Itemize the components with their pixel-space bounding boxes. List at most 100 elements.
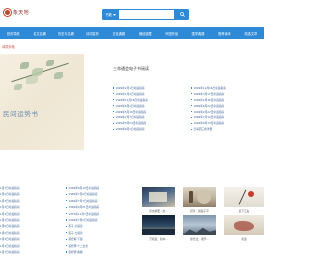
- bullet-icon: [113, 128, 115, 130]
- list-column-1: 1月7日命运指南 1月2日命运指南 1月3日命运指南 1月3日命运指南 1月1日…: [0, 186, 20, 254]
- bullet-icon: [66, 206, 68, 208]
- top-header: 象天地 书籍: [0, 0, 264, 27]
- list-item[interactable]: 1999年1月2日命运指南: [113, 92, 185, 96]
- list-item[interactable]: 1999年8月21日命运指南: [66, 205, 99, 209]
- list-item[interactable]: 墨子·六韬论: [66, 224, 99, 228]
- list-item[interactable]: 1999年2月7日命运指南: [113, 115, 185, 119]
- list-item[interactable]: 1月7日命运指南: [0, 250, 20, 254]
- list-item[interactable]: 1999年6月13日命运指南: [191, 121, 263, 125]
- logo-seal-ring: [4, 9, 11, 16]
- list-item[interactable]: 1999年8月19日命运指南: [66, 186, 99, 190]
- book-caption: 蓝下江右: [238, 208, 250, 213]
- search-button[interactable]: [175, 9, 189, 20]
- list-item[interactable]: 1月7日命运指南: [0, 186, 20, 190]
- breadcrumb[interactable]: 诗词天地: [2, 44, 15, 49]
- list-item[interactable]: 1月3日命运指南: [0, 199, 20, 203]
- bullet-icon: [113, 122, 115, 124]
- bullet-icon: [191, 116, 193, 119]
- book-cover-image: [224, 187, 264, 207]
- bullet-icon: [66, 244, 68, 247]
- list-item[interactable]: 1999年2月16日命运指南: [191, 98, 263, 102]
- site-logo[interactable]: 象天地: [3, 6, 31, 20]
- list-item[interactable]: 1999年7月19日命运指南: [191, 115, 263, 119]
- nav-item-1[interactable]: 名文名著: [26, 31, 52, 36]
- leaf-decoration: [54, 72, 63, 79]
- book-card[interactable]: 综合法：诸学...: [183, 215, 216, 241]
- book-card[interactable]: 星运: [224, 215, 264, 241]
- search-input[interactable]: [119, 9, 175, 20]
- list-item[interactable]: 墨子·七韬论: [66, 231, 99, 235]
- nav-item-9[interactable]: 精选文章: [238, 31, 264, 36]
- nav-item-4[interactable]: 文化典籍: [106, 31, 132, 36]
- book-card[interactable]: 诗文摘要（文...: [142, 187, 175, 213]
- book-card[interactable]: 蓝下江右: [224, 187, 264, 213]
- feature-title[interactable]: 三命通会电子书阅读: [113, 66, 149, 72]
- nav-item-8[interactable]: 推荐读本: [211, 31, 237, 36]
- nav-item-3[interactable]: 诗词赏析: [79, 31, 105, 36]
- list-item[interactable]: 1999年7月7日命运指南: [66, 199, 99, 203]
- bullet-icon: [66, 232, 68, 234]
- list-item[interactable]: 1月3日命运指南: [0, 205, 20, 209]
- book-cover-image: [183, 215, 216, 235]
- list-item[interactable]: 1999年2月22日命运指南: [191, 110, 263, 114]
- list-item[interactable]: 1975年11月7日命运指南: [66, 212, 99, 216]
- bullet-icon: [191, 105, 193, 107]
- feature-image[interactable]: 民间运势书: [0, 54, 84, 150]
- list-item[interactable]: 1999年6月1日命运指南: [113, 104, 185, 108]
- list-item[interactable]: 1月1日命运指南: [0, 244, 20, 248]
- book-cover-image: [142, 215, 175, 235]
- list-item[interactable]: 1999年2月1日命运指南: [113, 86, 185, 90]
- leaf-decoration: [46, 60, 54, 66]
- list-item[interactable]: 1999年11月16日命运指南: [113, 98, 185, 102]
- list-item[interactable]: 1999年6月1日命运指南: [113, 127, 185, 131]
- list-item[interactable]: 1999年3月17日命运指南: [191, 92, 263, 96]
- list-item[interactable]: 墨经解·下篇: [66, 237, 99, 241]
- nav-item-6[interactable]: 外国作品: [158, 31, 184, 36]
- chevron-down-icon: [112, 13, 116, 16]
- nav-item-7[interactable]: 国学典籍: [185, 31, 211, 36]
- book-caption: 诗文摘要（文...: [149, 208, 168, 213]
- bullet-icon: [66, 238, 68, 240]
- bullet-icon: [66, 200, 68, 202]
- nav-item-home[interactable]: 首页导航: [0, 31, 26, 36]
- list-item[interactable]: 1999年7月2日命运指南: [66, 192, 99, 196]
- search-icon: [179, 12, 185, 17]
- main-nav: 首页导航 名文名著 历史与名著 诗词赏析 文化典籍 佛经道藏 外国作品 国学典籍…: [0, 27, 264, 39]
- list-item[interactable]: 1999年5月24日命运指南: [113, 121, 185, 125]
- leaf-decoration: [14, 84, 22, 90]
- bullet-icon: [66, 187, 68, 189]
- bullet-icon: [66, 219, 68, 221]
- list-item[interactable]: 1999年7月5日命运指南: [66, 218, 99, 222]
- list-item[interactable]: 1月1日命运指南: [0, 212, 20, 216]
- bullet-icon: [113, 105, 115, 107]
- list-item[interactable]: 1月1日命运指南: [0, 218, 20, 222]
- list-item[interactable]: 墨经释·十二论文: [66, 244, 99, 248]
- leaf-decoration: [26, 76, 38, 84]
- bullet-icon: [191, 93, 193, 95]
- feature-image-text: 民间运势书: [3, 110, 39, 118]
- leaf-decoration: [32, 68, 43, 76]
- feature-link-grid: 1999年2月1日命运指南 1999年12月16日命运指南 1999年1月2日命…: [113, 86, 263, 131]
- book-card[interactable]: 万机运：新中...: [142, 215, 175, 241]
- book-cover-image: [142, 187, 175, 207]
- search-category-select[interactable]: 书籍: [102, 9, 119, 20]
- bullet-icon: [113, 87, 115, 89]
- list-item[interactable]: 1月3日命运指南: [0, 237, 20, 241]
- list-item[interactable]: 1月0日命运指南: [0, 231, 20, 235]
- bullet-icon: [191, 99, 193, 101]
- list-item[interactable]: 1月2日命运指南: [0, 192, 20, 196]
- list-item[interactable]: 1999年12月16日命运指南: [191, 86, 263, 90]
- list-item[interactable]: 滨海因三角津要: [191, 127, 263, 131]
- bullet-icon: [66, 193, 68, 195]
- nav-item-5[interactable]: 佛经道藏: [132, 31, 158, 36]
- list-item[interactable]: 1999年5月19日命运指南: [113, 110, 185, 114]
- bullet-icon: [66, 225, 68, 227]
- search-category-label: 书籍: [105, 13, 112, 17]
- book-grid: 诗文摘要（文... 招手：诸葛子平 蓝下江右 万机运：新中... 综合法：诸学.…: [138, 186, 264, 267]
- nav-item-2[interactable]: 历史与名著: [53, 31, 79, 36]
- list-item[interactable]: 1999年6月22日命运指南: [191, 104, 263, 108]
- list-column-2: 1999年8月19日命运指南 1999年7月2日命运指南 1999年7月7日命运…: [66, 186, 99, 254]
- list-item[interactable]: 1月6日命运指南: [0, 224, 20, 228]
- list-item[interactable]: 墨经释·典籍: [66, 250, 99, 254]
- book-card[interactable]: 招手：诸葛子平: [183, 187, 216, 213]
